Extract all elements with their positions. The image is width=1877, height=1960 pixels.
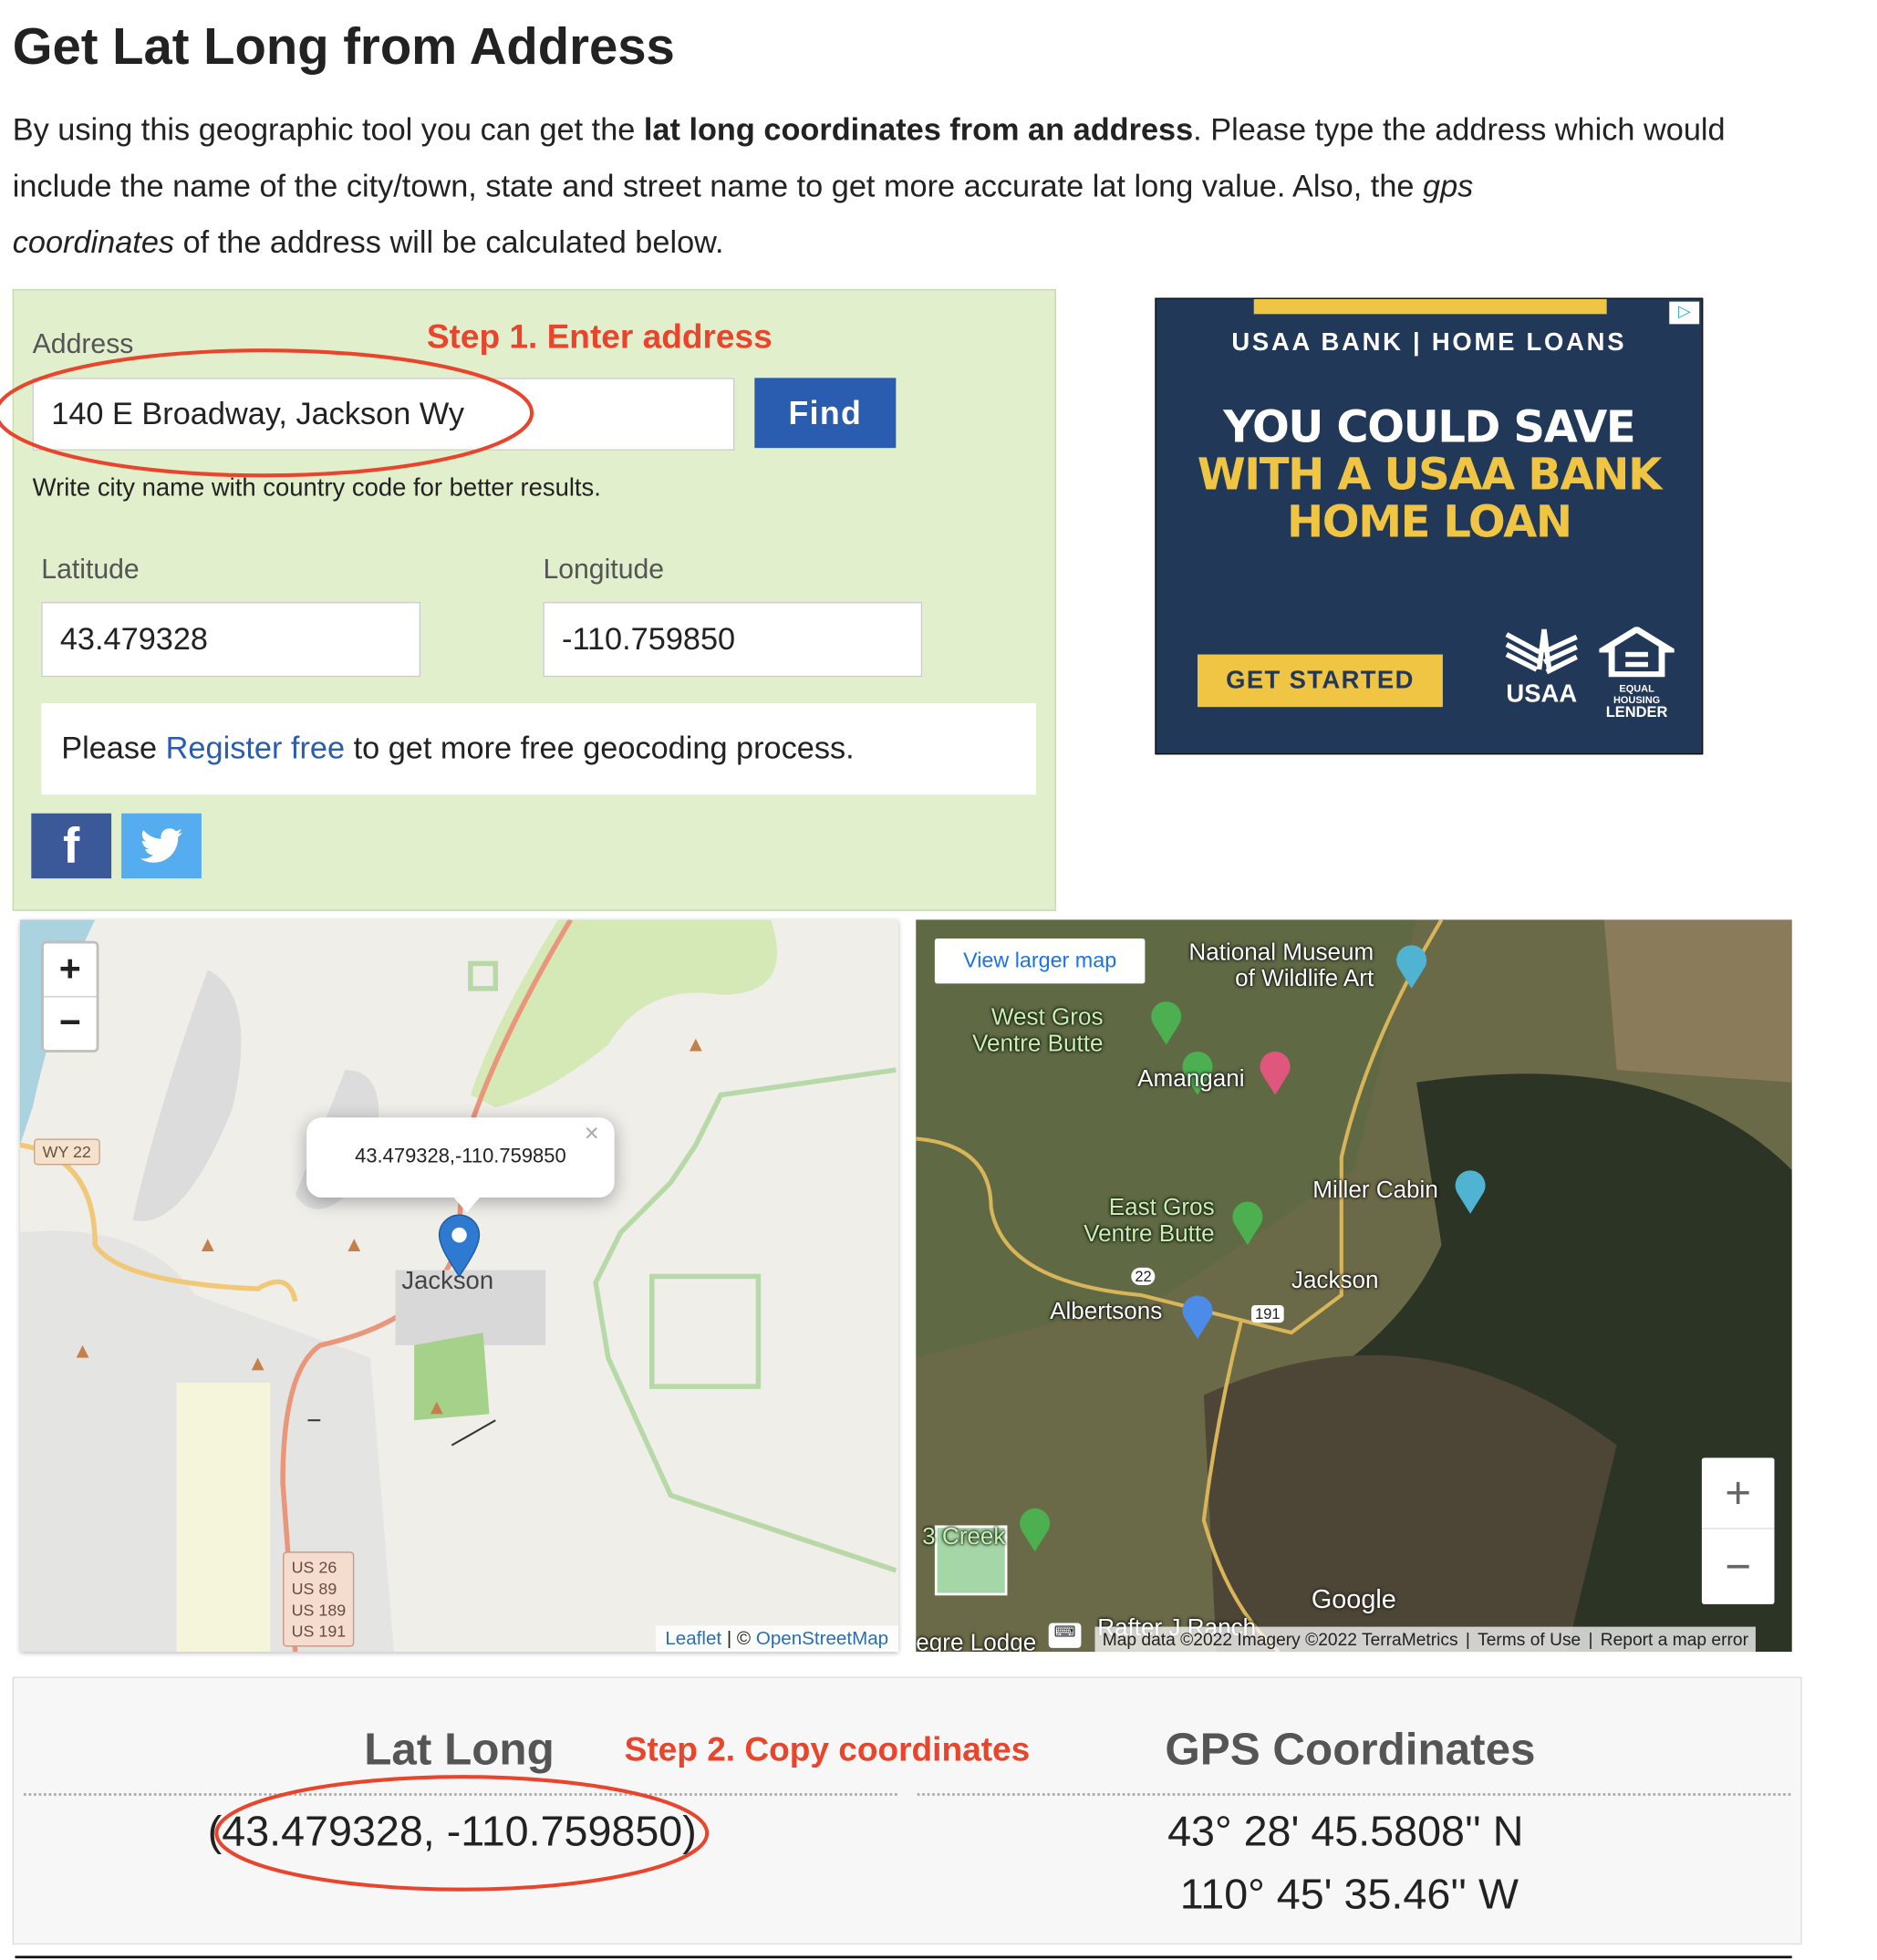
keyboard-icon[interactable]: ⌨ — [1048, 1623, 1082, 1648]
longitude-field[interactable]: -110.759850 — [543, 601, 923, 678]
annotation-ellipse — [0, 348, 534, 478]
popup-close-button[interactable]: × — [585, 1120, 599, 1149]
usaa-logo: USAA — [1504, 627, 1579, 710]
gps-latitude: 43° 28' 45.5808'' N — [1167, 1808, 1524, 1856]
place-label: Amangani — [1137, 1065, 1245, 1093]
place-label: egre Lodge — [916, 1630, 1037, 1653]
place-label: West Gros Ventre Butte — [972, 1004, 1104, 1058]
place-label: National Museum of Wildlife Art — [1188, 939, 1374, 992]
divider — [15, 1955, 1792, 1959]
wy22-shield: WY 22 — [34, 1138, 100, 1166]
latitude-label: Latitude — [41, 553, 140, 585]
us-highway-shield: US 26 US 89 US 189 US 191 — [283, 1551, 355, 1647]
page-title: Get Lat Long from Address — [12, 17, 675, 76]
terms-link[interactable]: Terms of Use — [1478, 1629, 1581, 1649]
zoom-in-button[interactable]: + — [44, 943, 97, 998]
leaflet-map[interactable]: WY 22 Jackson US 26 US 89 US 189 US 191 43.… — [19, 919, 899, 1653]
twitter-icon — [140, 828, 183, 863]
map-attribution: Leaflet | © OpenStreetMap — [655, 1625, 899, 1653]
map-footer: Map data ©2022 Imagery ©2022 TerraMetric… — [1094, 1626, 1757, 1653]
google-satellite-map[interactable]: View larger map National Museum of Wildli… — [916, 919, 1792, 1653]
intro-text: By using this geographic tool you can ge… — [12, 112, 1726, 261]
place-label: Albertsons — [1050, 1299, 1163, 1325]
register-notice: Please Register free to get more free ge… — [41, 703, 1037, 795]
annotation-ellipse — [214, 1775, 710, 1892]
report-error-link[interactable]: Report a map error — [1601, 1629, 1748, 1649]
marker-popup: 43.479328,-110.759850 — [306, 1117, 615, 1198]
step2-annotation: Step 2. Copy coordinates — [624, 1730, 1031, 1768]
place-label: Jackson — [1291, 1267, 1379, 1294]
geocode-form: Address Step 1. Enter address 140 E Broa… — [0, 288, 1056, 911]
map-marker-icon[interactable] — [438, 1214, 481, 1279]
ad-headline: YOU COULD SAVE WITH A USAA BANK HOME LOAN — [1197, 402, 1663, 548]
latitude-field[interactable]: 43.479328 — [41, 601, 420, 678]
google-zoom-control: + − — [1701, 1457, 1775, 1604]
twitter-share-button[interactable] — [121, 813, 202, 879]
map-place-labels: National Museum of Wildlife Art West Gros… — [916, 919, 1791, 1652]
leaflet-zoom-control: + − — [41, 940, 99, 1053]
google-logo: Google — [1311, 1585, 1396, 1614]
gps-longitude: 110° 45' 35.46'' W — [1179, 1871, 1519, 1919]
osm-link[interactable]: OpenStreetMap — [756, 1628, 888, 1649]
route-22-shield: 22 — [1131, 1267, 1156, 1286]
place-label: East Gros Ventre Butte — [1084, 1195, 1215, 1248]
place-label: Miller Cabin — [1312, 1177, 1438, 1204]
facebook-share-button[interactable]: f — [31, 813, 112, 879]
longitude-label: Longitude — [543, 553, 665, 585]
zoom-out-button[interactable]: − — [44, 997, 97, 1050]
route-191-shield: 191 — [1251, 1304, 1284, 1323]
ad-brand: USAA BANK | HOME LOANS — [1231, 328, 1627, 358]
latlong-heading: Lat Long — [364, 1723, 555, 1775]
place-label: 3 Creek — [922, 1524, 1006, 1550]
register-link[interactable]: Register free — [166, 731, 345, 767]
results-panel: Lat Long Step 2. Copy coordinates GPS Co… — [12, 1676, 1802, 1945]
hint-text: Write city name with country code for be… — [32, 473, 601, 503]
zoom-in-button[interactable]: + — [1701, 1457, 1775, 1530]
leaflet-link[interactable]: Leaflet — [665, 1628, 721, 1649]
zoom-out-button[interactable]: − — [1702, 1530, 1775, 1604]
adchoices-icon[interactable]: ▷ — [1669, 301, 1700, 325]
facebook-icon: f — [63, 817, 80, 873]
get-started-button[interactable]: GET STARTED — [1198, 654, 1443, 708]
find-button[interactable]: Find — [754, 378, 897, 449]
equal-housing-icon: EQUAL HOUSING LENDER — [1592, 626, 1681, 720]
usaa-ad[interactable]: ▷ USAA BANK | HOME LOANS YOU COULD SAVE W… — [1155, 297, 1704, 755]
gps-heading: GPS Coordinates — [1165, 1723, 1536, 1775]
